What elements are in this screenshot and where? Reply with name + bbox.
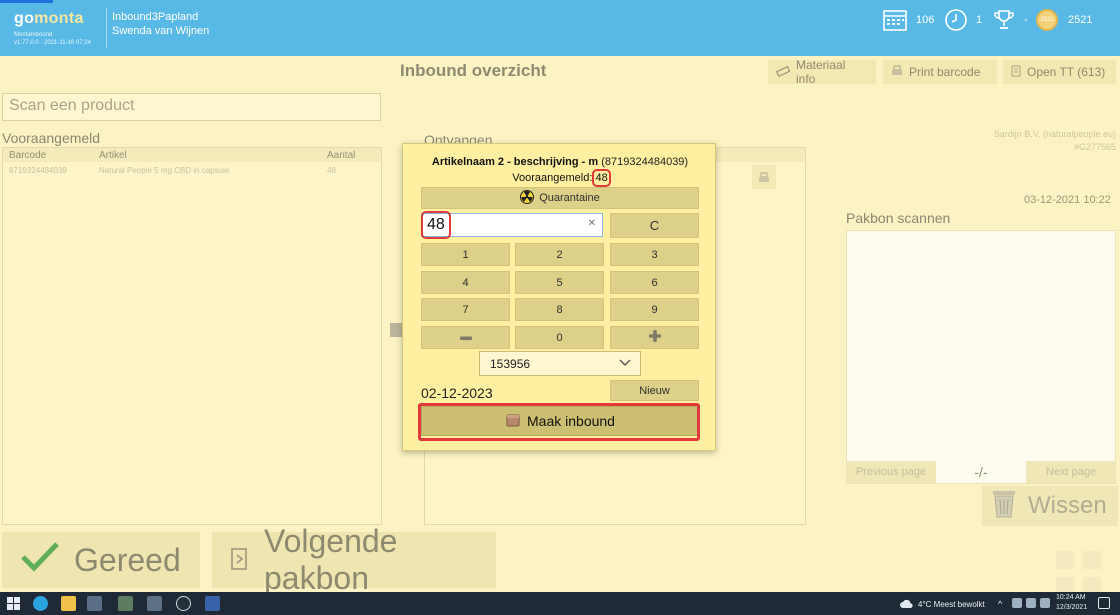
clear-button[interactable]: C <box>610 213 699 238</box>
expiry-date[interactable]: 02-12-2023 <box>421 385 493 401</box>
windows-taskbar: 4°C Meest bewolkt ^ 10:24 AM 12/3/2021 <box>0 592 1120 615</box>
clock-icon <box>944 8 968 32</box>
clock-date[interactable]: 12/3/2021 <box>1056 604 1087 611</box>
volgende-pakbon-button[interactable]: Volgende pakbon <box>212 523 496 596</box>
box-icon <box>1011 65 1021 80</box>
page-counter: -/- <box>974 464 988 480</box>
app-header: gomonta MontaInbound v1.77.0.0 · 2021-11… <box>0 0 1120 56</box>
clock-time[interactable]: 10:24 AM <box>1056 594 1086 601</box>
layout-button-2[interactable] <box>1083 551 1101 569</box>
network-icon[interactable] <box>1012 598 1022 608</box>
tray-chevron-icon[interactable]: ^ <box>998 599 1002 609</box>
battery-icon[interactable] <box>1026 598 1036 608</box>
key-6[interactable]: 6 <box>610 271 699 294</box>
print-barcode-button[interactable]: Print barcode <box>883 60 997 84</box>
printer-icon <box>752 165 776 195</box>
cloud-icon <box>900 597 914 609</box>
app-icon-3[interactable] <box>147 596 162 611</box>
stat-coins[interactable]: 2521 2521 <box>1036 8 1092 32</box>
brand-version: MontaInbound v1.77.0.0 · 2021-11-16 07:2… <box>14 32 91 46</box>
station-name: Inbound3Papland <box>112 11 199 23</box>
windows-start-icon[interactable] <box>6 596 21 611</box>
checkmark-icon <box>20 540 60 580</box>
previous-page-button[interactable]: Previous page <box>846 461 936 483</box>
quarantaine-button[interactable]: Quarantaine <box>421 187 699 209</box>
table-header: Barcode Artikel Aantal <box>3 148 381 162</box>
vooraangemeld-line: Vooraangemeld: 48 <box>512 169 611 187</box>
notification-icon[interactable] <box>1098 597 1110 609</box>
pakbon-label: Pakbon scannen <box>846 210 951 226</box>
app-icon-active[interactable] <box>87 596 102 611</box>
scan-product-input[interactable]: Scan een product <box>2 93 381 121</box>
stat-calendar[interactable]: 106 <box>882 8 934 32</box>
article-code: (8719324484039) <box>601 156 689 168</box>
key-5[interactable]: 5 <box>515 271 604 294</box>
vooraangemeld-value: 48 <box>592 169 611 187</box>
header-divider <box>106 8 107 48</box>
amount-input[interactable]: 48 ✕ <box>421 211 603 239</box>
brand-logo: gomonta <box>14 10 84 27</box>
edge-icon[interactable] <box>33 596 48 611</box>
key-0[interactable]: 0 <box>515 326 604 349</box>
calendar-icon <box>882 8 908 32</box>
stat-clock[interactable]: 1 <box>944 8 982 32</box>
app-icon-5[interactable] <box>205 596 220 611</box>
article-name: Artikelnaam 2 - beschrijving - m <box>431 156 599 168</box>
ontvangen-action-button[interactable] <box>752 165 776 189</box>
plus-icon <box>648 330 661 345</box>
header-accent <box>0 0 53 3</box>
dialog-title: Artikelnaam 2 - beschrijving - m (871932… <box>403 156 717 168</box>
pakbon-viewer <box>846 230 1116 484</box>
printer-icon <box>891 65 903 80</box>
open-tt-button[interactable]: Open TT (613) <box>1003 60 1116 84</box>
key-9[interactable]: 9 <box>610 298 699 321</box>
key-1[interactable]: 1 <box>421 243 510 266</box>
wissen-button[interactable]: Wissen <box>982 486 1118 526</box>
trophy-icon <box>992 8 1016 32</box>
highlight-box <box>418 403 700 441</box>
amount-value: 48 <box>421 211 451 239</box>
app-icon-2[interactable] <box>118 596 133 611</box>
clear-input-icon[interactable]: ✕ <box>588 218 596 229</box>
key-7[interactable]: 7 <box>421 298 510 321</box>
supplier-id: #G277565 <box>1073 142 1116 152</box>
key-3[interactable]: 3 <box>610 243 699 266</box>
pakbon-pager: Previous page -/- Next page <box>846 461 1116 483</box>
key-8[interactable]: 8 <box>515 298 604 321</box>
ruler-icon <box>775 65 791 80</box>
chevron-down-icon <box>618 357 632 372</box>
trash-icon <box>990 487 1018 526</box>
gereed-button[interactable]: Gereed <box>2 532 200 588</box>
supplier-name: Sardijn B.V. (naturalpeople.eu) <box>993 129 1116 139</box>
file-explorer-icon[interactable] <box>61 596 76 611</box>
stat-trophy[interactable]: - <box>992 8 1028 32</box>
key-4[interactable]: 4 <box>421 271 510 294</box>
key-2[interactable]: 2 <box>515 243 604 266</box>
app-icon-4[interactable] <box>176 596 191 611</box>
weather-text[interactable]: 4°C Meest bewolkt <box>918 600 985 609</box>
minus-icon <box>459 332 472 344</box>
plus-button[interactable] <box>610 326 699 349</box>
volume-icon[interactable] <box>1040 598 1050 608</box>
batch-select[interactable]: 153956 <box>479 351 641 376</box>
coin-icon: 2521 <box>1036 9 1058 31</box>
radiation-icon <box>520 189 535 207</box>
layout-button-1[interactable] <box>1056 551 1074 569</box>
nieuw-button[interactable]: Nieuw <box>610 380 699 401</box>
table-row[interactable]: 8719324484039 Natural People 5 mg CBD in… <box>3 162 381 178</box>
side-handle[interactable] <box>390 323 402 337</box>
station-user-info: Inbound3Papland Swenda van Wijnen <box>112 10 209 38</box>
materiaal-info-button[interactable]: Materiaal info <box>768 58 876 86</box>
page-title: Inbound overzicht <box>400 61 547 80</box>
vooraangemeld-label: Vooraangemeld <box>2 130 101 146</box>
next-document-icon <box>230 542 250 579</box>
vooraangemeld-table: Barcode Artikel Aantal 8719324484039 Nat… <box>2 147 382 525</box>
next-page-button[interactable]: Next page <box>1026 461 1116 483</box>
user-name: Swenda van Wijnen <box>112 25 210 37</box>
date-time: 03-12-2021 10:22 <box>1024 194 1111 206</box>
minus-button[interactable] <box>421 326 510 349</box>
